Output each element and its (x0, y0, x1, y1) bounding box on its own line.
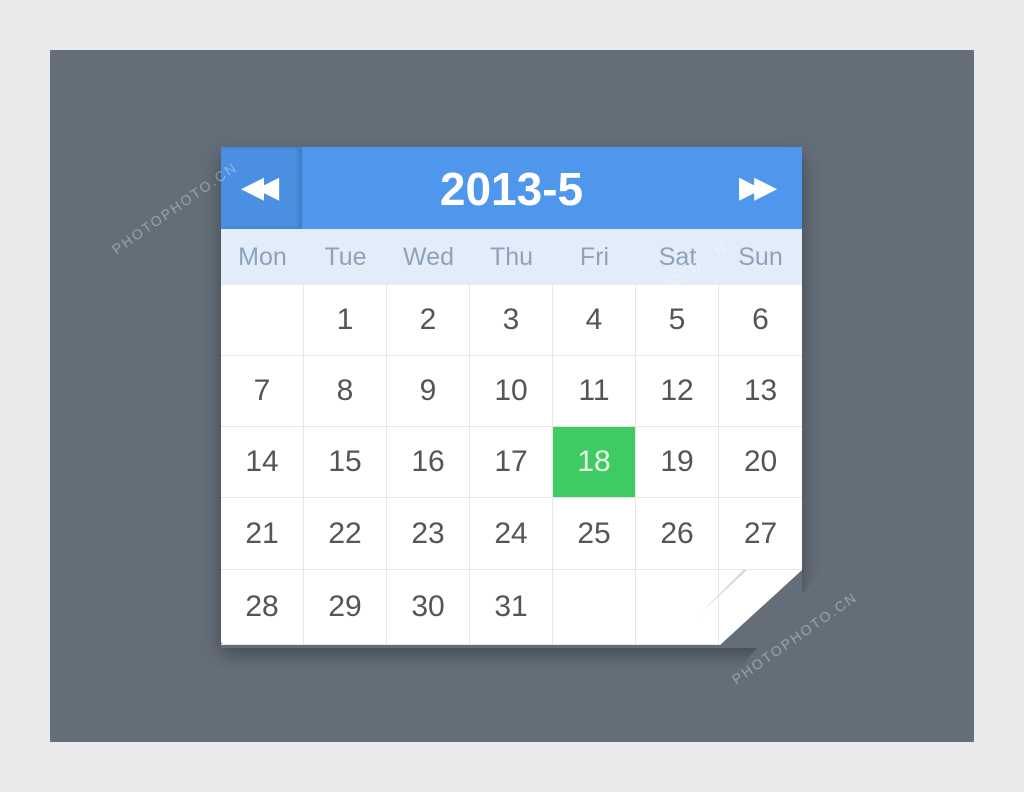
day-cell[interactable]: 16 (387, 427, 470, 498)
day-cell[interactable]: 27 (719, 498, 802, 570)
empty-cell (553, 570, 636, 645)
day-cell[interactable]: 8 (304, 356, 387, 427)
weekday-sun: Sun (738, 243, 783, 271)
day-cell[interactable]: 11 (553, 356, 636, 427)
day-cell[interactable]: 7 (221, 356, 304, 427)
weekday-thu: Thu (489, 243, 534, 271)
day-cell[interactable]: 20 (719, 427, 802, 498)
empty-cell (221, 285, 304, 356)
day-cell[interactable]: 22 (304, 498, 387, 570)
day-cell[interactable]: 25 (553, 498, 636, 570)
day-cell[interactable]: 10 (470, 356, 553, 427)
day-cell[interactable]: 6 (719, 285, 802, 356)
day-cell[interactable]: 26 (636, 498, 719, 570)
calendar-widget: ◀◀ 2013-5 ▶▶ Mon Tue Wed Thu Fri Sat Sun 12345… (221, 147, 802, 645)
weekday-tue: Tue (324, 243, 367, 271)
day-cell[interactable]: 15 (304, 427, 387, 498)
day-cell[interactable]: 3 (470, 285, 553, 356)
weekday-fri: Fri (579, 243, 610, 271)
double-chevron-left-icon: ◀◀ (241, 171, 279, 204)
day-cell[interactable]: 1 (304, 285, 387, 356)
day-cell[interactable]: 12 (636, 356, 719, 427)
day-cell[interactable]: 14 (221, 427, 304, 498)
day-cell[interactable]: 31 (470, 570, 553, 645)
day-cell[interactable]: 28 (221, 570, 304, 645)
day-cell[interactable]: 19 (636, 427, 719, 498)
month-title: 2013-5 (439, 163, 584, 215)
prev-month-button[interactable]: ◀◀ (221, 147, 302, 229)
day-cell[interactable]: 13 (719, 356, 802, 427)
day-cell[interactable]: 2 (387, 285, 470, 356)
calendar-header: ◀◀ 2013-5 ▶▶ (221, 147, 802, 229)
day-cell[interactable]: 21 (221, 498, 304, 570)
day-cell-selected[interactable]: 18 (553, 427, 636, 498)
day-cell[interactable]: 9 (387, 356, 470, 427)
double-chevron-right-icon: ▶▶ (739, 171, 777, 204)
day-cell[interactable]: 29 (304, 570, 387, 645)
next-month-button[interactable]: ▶▶ (721, 147, 802, 229)
day-cell[interactable]: 23 (387, 498, 470, 570)
day-cell[interactable]: 17 (470, 427, 553, 498)
weekday-mon: Mon (238, 243, 287, 271)
day-cell[interactable]: 30 (387, 570, 470, 645)
weekday-wed: Wed (403, 243, 454, 271)
day-cell[interactable]: 24 (470, 498, 553, 570)
